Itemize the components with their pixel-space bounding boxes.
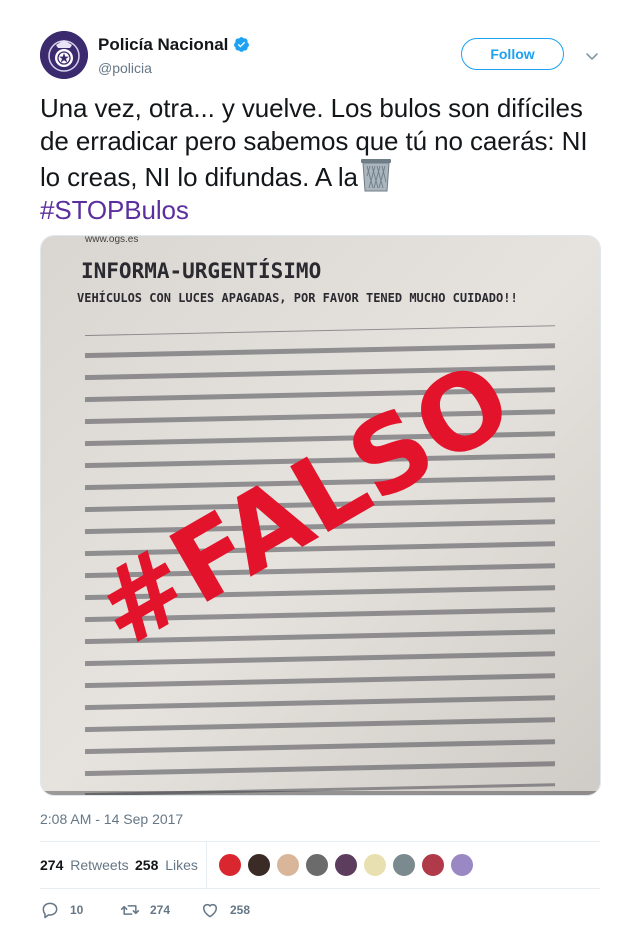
avatar[interactable]: [247, 853, 271, 877]
avatar[interactable]: [218, 853, 242, 877]
avatar[interactable]: [40, 31, 88, 79]
avatar[interactable]: [363, 853, 387, 877]
retweet-icon: [120, 905, 140, 915]
tweet-header: Policía Nacional @policia Follow: [40, 31, 600, 79]
divider: [40, 888, 600, 889]
avatar[interactable]: [305, 853, 329, 877]
chevron-down-icon[interactable]: [584, 48, 600, 64]
doc-subheader: VEHÍCULOS CON LUCES APAGADAS, POR FAVOR …: [77, 290, 518, 305]
avatar[interactable]: [450, 853, 474, 877]
avatar[interactable]: [421, 853, 445, 877]
hashtag-link[interactable]: #STOPBulos: [40, 195, 189, 225]
reply-button[interactable]: 10: [40, 898, 83, 922]
retweets-stat[interactable]: 274 Retweets: [40, 857, 129, 873]
like-button[interactable]: 258: [200, 898, 250, 922]
likes-label: Likes: [165, 857, 198, 873]
tweet-body: Una vez, otra... y vuelve. Los bulos son…: [40, 93, 588, 192]
retweet-count: 274: [150, 903, 171, 917]
avatar[interactable]: [392, 853, 416, 877]
author-name[interactable]: Policía Nacional: [98, 35, 228, 54]
retweets-label: Retweets: [70, 857, 129, 873]
fake-news-document-image: www.ogs.es INFORMA-URGENTÍSIMO VEHÍCULOS…: [41, 236, 600, 795]
heart-icon: [203, 903, 217, 918]
engagement-stats: 274 Retweets 258 Likes: [40, 842, 600, 888]
retweet-button[interactable]: 274: [120, 898, 170, 922]
tweet-timestamp[interactable]: 2:08 AM - 14 Sep 2017: [40, 811, 183, 827]
likes-stat[interactable]: 258 Likes: [135, 857, 198, 873]
doc-url: www.ogs.es: [84, 236, 138, 245]
author-handle[interactable]: @policia: [98, 60, 152, 76]
doc-header: INFORMA-URGENTÍSIMO: [81, 258, 321, 283]
reply-icon: [42, 902, 58, 919]
avatar[interactable]: [276, 853, 300, 877]
like-count: 258: [230, 903, 251, 917]
tweet-photo[interactable]: www.ogs.es INFORMA-URGENTÍSIMO VEHÍCULOS…: [40, 235, 601, 796]
author-name-row[interactable]: Policía Nacional: [98, 35, 250, 55]
follow-button[interactable]: Follow: [461, 38, 564, 70]
verified-badge-icon: [234, 37, 250, 52]
police-badge-icon: [40, 31, 88, 79]
retweets-count: 274: [40, 857, 64, 873]
stats-separator: [206, 842, 207, 888]
wastebasket-icon: [360, 159, 391, 192]
tweet-text: Una vez, otra... y vuelve. Los bulos son…: [40, 92, 605, 227]
tweet-actions: 10 274 258: [40, 898, 600, 922]
likes-count: 258: [135, 857, 159, 873]
avatar[interactable]: [334, 853, 358, 877]
reply-count: 10: [70, 903, 84, 917]
